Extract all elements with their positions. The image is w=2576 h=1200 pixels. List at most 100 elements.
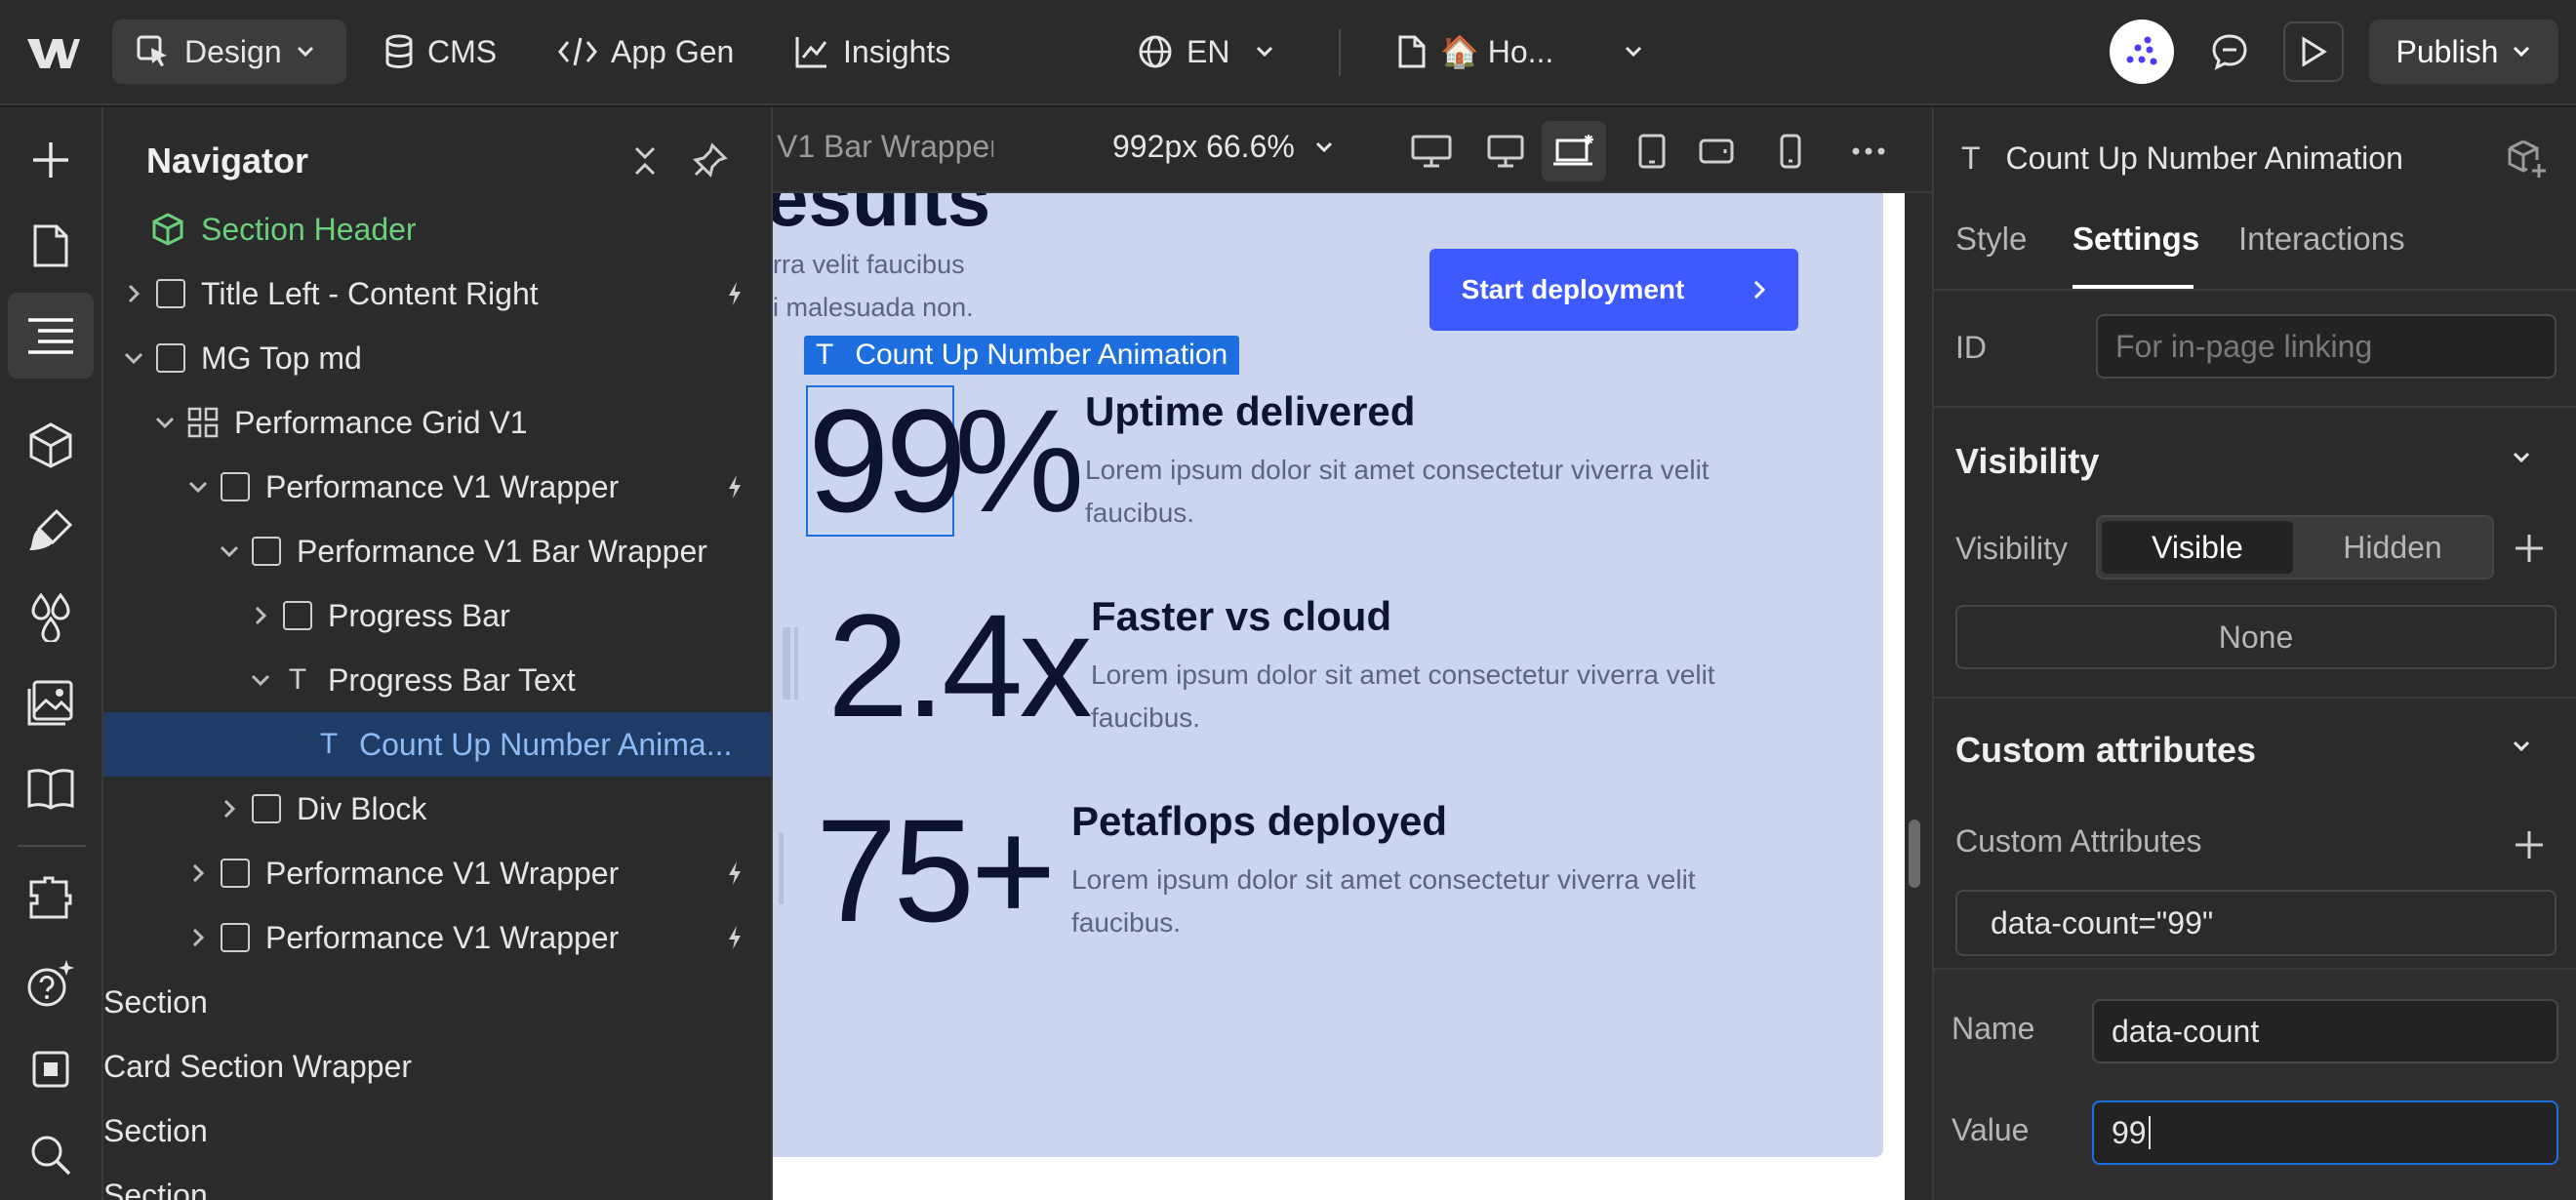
- intro-text-line2[interactable]: i malesuada non.: [773, 293, 974, 323]
- canvas-scrollbar-thumb[interactable]: [1909, 820, 1920, 888]
- visible-option[interactable]: Visible: [2102, 521, 2293, 574]
- comments-button[interactable]: [2199, 21, 2260, 82]
- app-gen-button[interactable]: App Gen: [558, 20, 734, 84]
- nav-item-section[interactable]: Section: [103, 970, 771, 1034]
- attribute-name-input[interactable]: data-count: [2092, 999, 2558, 1063]
- hidden-option[interactable]: Hidden: [2297, 521, 2488, 574]
- viewport-size-label: 992px 66.6%: [1112, 129, 1295, 164]
- pin-icon[interactable]: [693, 142, 728, 178]
- chevron-right-icon[interactable]: [119, 283, 148, 304]
- webflow-logo-icon[interactable]: [25, 33, 82, 72]
- chevron-right-icon[interactable]: [183, 862, 213, 884]
- components-button[interactable]: [8, 402, 94, 488]
- base-breakpoint-icon[interactable]: [1542, 121, 1606, 181]
- collapse-all-icon[interactable]: [628, 144, 662, 178]
- add-elements-button[interactable]: [8, 117, 94, 203]
- stat-number-petaflops[interactable]: 75+: [816, 786, 1056, 955]
- help-button[interactable]: [8, 940, 94, 1026]
- chevron-down-icon[interactable]: [183, 480, 213, 494]
- tablet-icon[interactable]: [1626, 127, 1678, 176]
- nav-item-performance-wrapper-2[interactable]: Performance V1 Wrapper: [103, 841, 771, 905]
- add-attribute-plus-icon[interactable]: [2514, 829, 2545, 860]
- breadcrumb[interactable]: V1 Bar Wrapper: [777, 129, 993, 165]
- panel-divider: [1934, 697, 2576, 699]
- desktop-icon[interactable]: [1479, 127, 1532, 176]
- stat-desc-petaflops[interactable]: Lorem ipsum dolor sit amet consectetur v…: [1071, 859, 1735, 944]
- custom-attributes-section-title[interactable]: Custom attributes: [1955, 730, 2256, 771]
- visibility-section-title[interactable]: Visibility: [1955, 441, 2099, 482]
- nav-item-section-2[interactable]: Section: [103, 1099, 771, 1163]
- canvas-scrollbar-track[interactable]: [1905, 193, 1932, 1200]
- more-options-icon[interactable]: [1842, 127, 1895, 176]
- nav-item-card-section-wrapper[interactable]: Card Section Wrapper: [103, 1034, 771, 1099]
- chevron-right-icon[interactable]: [183, 927, 213, 948]
- chevron-down-icon[interactable]: [2512, 451, 2531, 464]
- nav-item-performance-grid[interactable]: Performance Grid V1: [103, 390, 771, 455]
- page-selector[interactable]: 🏠 Ho...: [1397, 20, 1643, 84]
- preview-button[interactable]: [2283, 21, 2344, 82]
- nav-item-progress-bar[interactable]: Progress Bar: [103, 583, 771, 648]
- nav-item-mg-top-md[interactable]: MG Top md: [103, 326, 771, 390]
- design-mode-button[interactable]: Design: [112, 20, 346, 84]
- start-deployment-button[interactable]: Start deployment: [1429, 249, 1798, 331]
- publish-button[interactable]: Publish: [2369, 20, 2558, 84]
- desktop-large-icon[interactable]: [1405, 127, 1458, 176]
- stat-title-petaflops[interactable]: Petaflops deployed: [1071, 798, 1447, 845]
- stop-button[interactable]: [8, 1026, 94, 1112]
- nav-item-count-up-selected[interactable]: T Count Up Number Anima...: [103, 712, 771, 777]
- search-button[interactable]: [8, 1112, 94, 1198]
- nav-item-div-block[interactable]: Div Block: [103, 777, 771, 841]
- attribute-value-input[interactable]: 99: [2092, 1100, 2558, 1165]
- nav-item-performance-wrapper[interactable]: Performance V1 Wrapper: [103, 455, 771, 519]
- chevron-down-icon[interactable]: [215, 544, 244, 558]
- stat-suffix-percent[interactable]: %: [954, 377, 1084, 545]
- style-selectors-button[interactable]: [8, 488, 94, 574]
- nav-item-progress-bar-text[interactable]: T Progress Bar Text: [103, 648, 771, 712]
- intro-text-line1[interactable]: rra velit faucibus: [773, 250, 965, 280]
- create-component-icon[interactable]: [2506, 139, 2547, 180]
- stat-desc-faster[interactable]: Lorem ipsum dolor sit amet consectetur v…: [1091, 654, 1754, 740]
- chevron-down-icon[interactable]: [150, 416, 180, 429]
- custom-attribute-entry[interactable]: data-count="99": [1955, 890, 2556, 956]
- tab-settings[interactable]: Settings: [2073, 220, 2199, 258]
- stat-number-uptime[interactable]: 99: [808, 377, 967, 545]
- insights-button[interactable]: Insights: [794, 20, 950, 84]
- chevron-down-icon[interactable]: [246, 673, 275, 687]
- stat-title-uptime[interactable]: Uptime delivered: [1085, 388, 1415, 435]
- stat-number-faster[interactable]: 2.4x: [827, 581, 1093, 750]
- cms-collections-button[interactable]: [8, 745, 94, 831]
- nav-item-performance-wrapper-3[interactable]: Performance V1 Wrapper: [103, 905, 771, 970]
- chevron-right-icon[interactable]: [246, 605, 275, 626]
- pages-button[interactable]: [8, 203, 94, 289]
- navigator-lines-icon: [28, 318, 73, 354]
- ai-assistant-avatar[interactable]: [2110, 20, 2174, 84]
- navigator-button[interactable]: [8, 293, 94, 379]
- mobile-landscape-icon[interactable]: [1690, 127, 1743, 176]
- nav-item-section-3[interactable]: Section: [103, 1163, 771, 1200]
- tab-interactions[interactable]: Interactions: [2238, 220, 2405, 258]
- mobile-portrait-icon[interactable]: [1764, 127, 1817, 176]
- stat-title-faster[interactable]: Faster vs cloud: [1091, 593, 1391, 640]
- language-selector[interactable]: EN: [1138, 20, 1274, 84]
- chevron-right-icon[interactable]: [215, 798, 244, 820]
- visibility-toggle[interactable]: Visible Hidden: [2096, 515, 2494, 580]
- visibility-condition-none[interactable]: None: [1955, 605, 2556, 669]
- nav-item-title-left[interactable]: Title Left - Content Right: [103, 261, 771, 326]
- id-input[interactable]: For in-page linking: [2096, 314, 2556, 379]
- attribute-edit-popover: Name data-count Value 99: [1934, 968, 2576, 1200]
- chevron-down-icon[interactable]: [2512, 740, 2531, 753]
- chevron-down-icon[interactable]: [119, 351, 148, 365]
- cms-button[interactable]: CMS: [384, 20, 497, 84]
- plus-icon[interactable]: [2514, 533, 2545, 564]
- viewport-size-selector[interactable]: 992px 66.6%: [1112, 129, 1334, 165]
- performance-section[interactable]: esults rra velit faucibus i malesuada no…: [773, 193, 1883, 1157]
- variables-button[interactable]: [8, 574, 94, 660]
- assets-button[interactable]: [8, 660, 94, 745]
- tab-style[interactable]: Style: [1955, 220, 2027, 258]
- design-canvas[interactable]: esults rra velit faucibus i malesuada no…: [773, 193, 1932, 1200]
- apps-button[interactable]: [8, 855, 94, 940]
- stat-desc-uptime[interactable]: Lorem ipsum dolor sit amet consectetur v…: [1085, 449, 1749, 535]
- section-heading[interactable]: esults: [773, 193, 990, 244]
- nav-item-bar-wrapper[interactable]: Performance V1 Bar Wrapper: [103, 519, 771, 583]
- nav-item-section-header[interactable]: Section Header: [103, 197, 771, 261]
